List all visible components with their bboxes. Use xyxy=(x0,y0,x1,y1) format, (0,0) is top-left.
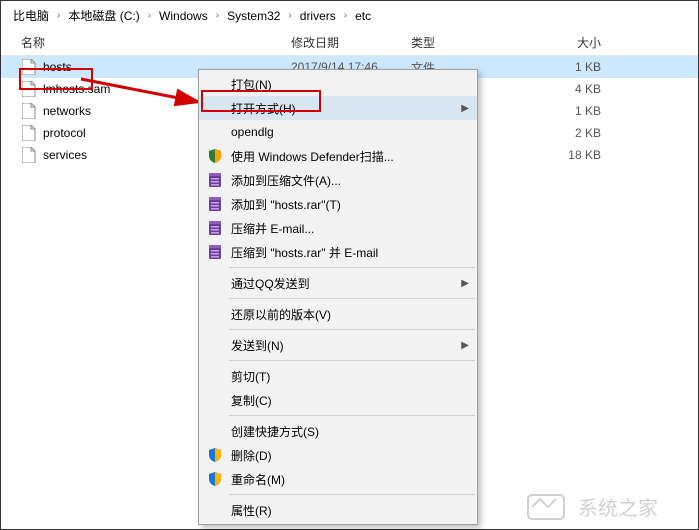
menu-item[interactable]: 属性(R) xyxy=(199,498,477,522)
menu-separator xyxy=(229,415,475,416)
breadcrumb-segment[interactable]: 比电脑 xyxy=(9,5,53,26)
column-headers: 名称 修改日期 类型 大小 xyxy=(1,30,698,56)
shield-icon xyxy=(203,148,227,164)
submenu-arrow-icon: ▶ xyxy=(461,278,469,289)
file-icon xyxy=(21,81,37,97)
file-icon xyxy=(21,59,37,75)
menu-item-label: 删除(D) xyxy=(227,447,453,464)
menu-item-label: 打开方式(H) xyxy=(227,100,453,117)
menu-item-label: 打包(N) xyxy=(227,76,453,93)
header-date[interactable]: 修改日期 xyxy=(291,34,411,51)
file-size: 1 KB xyxy=(521,104,641,118)
shield-blue-icon xyxy=(203,447,227,463)
breadcrumb-segment[interactable]: Windows xyxy=(155,7,212,25)
file-icon xyxy=(21,125,37,141)
breadcrumb[interactable]: 比电脑›本地磁盘 (C:)›Windows›System32›drivers›e… xyxy=(1,1,698,30)
menu-item-label: 添加到 "hosts.rar"(T) xyxy=(227,196,453,213)
header-size[interactable]: 大小 xyxy=(521,34,641,51)
context-menu[interactable]: 打包(N) 打开方式(H) ▶ opendlg 使用 Windows Defender扫… xyxy=(198,69,478,525)
chevron-right-icon: › xyxy=(286,10,293,21)
menu-item[interactable]: 删除(D) xyxy=(199,443,477,467)
file-size: 1 KB xyxy=(521,60,641,74)
file-icon xyxy=(21,147,37,163)
file-size: 2 KB xyxy=(521,126,641,140)
menu-item-label: 压缩到 "hosts.rar" 并 E-mail xyxy=(227,244,453,261)
header-type[interactable]: 类型 xyxy=(411,34,521,51)
menu-item[interactable]: 压缩并 E-mail... xyxy=(199,216,477,240)
rar-icon xyxy=(203,220,227,236)
menu-separator xyxy=(229,360,475,361)
menu-item[interactable]: 创建快捷方式(S) xyxy=(199,419,477,443)
breadcrumb-segment[interactable]: 本地磁盘 (C:) xyxy=(64,5,143,26)
menu-item-label: 剪切(T) xyxy=(227,368,453,385)
menu-item[interactable]: 压缩到 "hosts.rar" 并 E-mail xyxy=(199,240,477,264)
menu-item-label: 创建快捷方式(S) xyxy=(227,423,453,440)
file-size: 18 KB xyxy=(521,148,641,162)
menu-item-label: 发送到(N) xyxy=(227,337,453,354)
rar-icon xyxy=(203,196,227,212)
menu-item-label: 重命名(M) xyxy=(227,471,453,488)
menu-item[interactable]: 打开方式(H) ▶ xyxy=(199,96,477,120)
menu-item-label: 压缩并 E-mail... xyxy=(227,220,453,237)
menu-separator xyxy=(229,494,475,495)
shield-blue-icon xyxy=(203,471,227,487)
menu-item[interactable]: 添加到压缩文件(A)... xyxy=(199,168,477,192)
breadcrumb-segment[interactable]: drivers xyxy=(296,7,340,25)
menu-item-label: 添加到压缩文件(A)... xyxy=(227,172,453,189)
header-name[interactable]: 名称 xyxy=(1,34,291,51)
menu-item-label: 通过QQ发送到 xyxy=(227,275,453,292)
rar-icon xyxy=(203,244,227,260)
menu-item[interactable]: 剪切(T) xyxy=(199,364,477,388)
menu-item[interactable]: opendlg xyxy=(199,120,477,144)
rar-icon xyxy=(203,172,227,188)
menu-separator xyxy=(229,329,475,330)
menu-item-label: 还原以前的版本(V) xyxy=(227,306,453,323)
menu-item-label: opendlg xyxy=(227,125,453,139)
chevron-right-icon: › xyxy=(55,10,62,21)
menu-item[interactable]: 重命名(M) xyxy=(199,467,477,491)
submenu-arrow-icon: ▶ xyxy=(461,103,469,114)
menu-item-label: 属性(R) xyxy=(227,502,453,519)
menu-item-label: 复制(C) xyxy=(227,392,453,409)
menu-separator xyxy=(229,267,475,268)
menu-item[interactable]: 添加到 "hosts.rar"(T) xyxy=(199,192,477,216)
menu-item-label: 使用 Windows Defender扫描... xyxy=(227,148,453,165)
file-size: 4 KB xyxy=(521,82,641,96)
submenu-arrow-icon: ▶ xyxy=(461,340,469,351)
svg-text:系统之家: 系统之家 xyxy=(578,497,658,520)
file-icon xyxy=(21,103,37,119)
menu-item[interactable]: 复制(C) xyxy=(199,388,477,412)
breadcrumb-segment[interactable]: System32 xyxy=(223,7,284,25)
menu-separator xyxy=(229,298,475,299)
chevron-right-icon: › xyxy=(214,10,221,21)
watermark: 系统之家 xyxy=(518,485,698,529)
menu-item[interactable]: 打包(N) xyxy=(199,72,477,96)
menu-item[interactable]: 使用 Windows Defender扫描... xyxy=(199,144,477,168)
chevron-right-icon: › xyxy=(342,10,349,21)
menu-item[interactable]: 还原以前的版本(V) xyxy=(199,302,477,326)
menu-item[interactable]: 发送到(N) ▶ xyxy=(199,333,477,357)
chevron-right-icon: › xyxy=(146,10,153,21)
breadcrumb-segment[interactable]: etc xyxy=(351,7,375,25)
menu-item[interactable]: 通过QQ发送到 ▶ xyxy=(199,271,477,295)
